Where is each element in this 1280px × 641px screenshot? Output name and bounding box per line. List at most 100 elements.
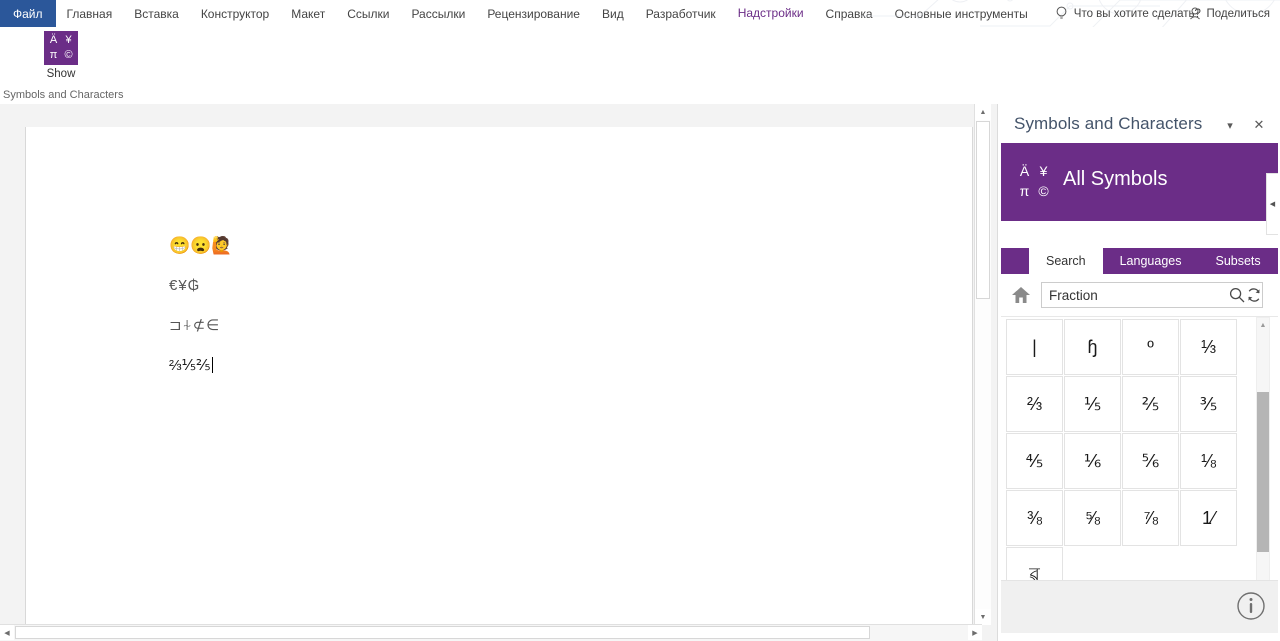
close-icon[interactable]: ✕: [1251, 117, 1267, 133]
addin-logo-glyph-copyright: ©: [1038, 183, 1049, 199]
tab-design[interactable]: Конструктор: [190, 0, 280, 27]
addin-logo-glyph-yen: ¥: [1039, 163, 1048, 179]
symbol-cell[interactable]: ⅓: [1180, 319, 1237, 375]
tab-languages[interactable]: Languages: [1103, 248, 1199, 274]
symbol-cell[interactable]: ⅖: [1122, 376, 1179, 432]
tab-insert[interactable]: Вставка: [123, 0, 190, 27]
symbol-cell[interactable]: ⅔: [1006, 376, 1063, 432]
tab-search-label: Search: [1046, 254, 1086, 268]
symbol-grid-scrollbar[interactable]: ▲ ▼: [1256, 317, 1270, 607]
tab-design-label: Конструктор: [200, 6, 270, 21]
scroll-right-arrow-icon[interactable]: ▶: [968, 625, 982, 640]
info-icon: [1237, 592, 1265, 620]
ribbon-group-symbols-and-characters: Ä ¥ π © Show Symbols and Characters: [0, 27, 123, 104]
tab-search[interactable]: Search: [1029, 248, 1103, 274]
addin-logo-glyph-pi: π: [1019, 183, 1030, 199]
show-symbols-button[interactable]: Ä ¥ π © Show: [30, 31, 92, 80]
search-row: [1001, 274, 1278, 317]
document-canvas[interactable]: 😁😦🙋 €¥₲ ⊐⍭⊄∈ ⅔⅕⅖: [0, 104, 998, 641]
symbol-cell[interactable]: ⅗: [1180, 376, 1237, 432]
vscrollbar-thumb[interactable]: [976, 121, 990, 299]
tab-subsets[interactable]: Subsets: [1198, 248, 1277, 274]
symbol-cell[interactable]: ⅘: [1006, 433, 1063, 489]
tab-layout-label: Макет: [291, 6, 326, 21]
symbol-cell[interactable]: ⅛: [1180, 433, 1237, 489]
tab-view[interactable]: Вид: [591, 0, 635, 27]
search-box[interactable]: [1041, 282, 1263, 308]
ribbon-content: Ä ¥ π © Show Symbols and Characters: [0, 27, 1280, 105]
document-line-emoji: 😁😦🙋: [169, 236, 233, 255]
symbol-cell[interactable]: ɧ: [1064, 319, 1121, 375]
tab-references-label: Ссылки: [347, 6, 390, 21]
chevron-down-icon[interactable]: ▾: [1222, 117, 1238, 133]
person-share-icon: [1190, 7, 1201, 20]
tab-help[interactable]: Справка: [815, 0, 884, 27]
tab-help-label: Справка: [825, 6, 873, 21]
tab-developer-label: Разработчик: [645, 6, 716, 21]
symbol-grid-container[interactable]: | ɧ º ⅓ ⅔ ⅕ ⅖ ⅗ ⅘ ⅙ ⅚ ⅛ ⅜ ⅝ ⅞ 1⁄ ৱ ▲: [1001, 317, 1278, 607]
home-button[interactable]: [1001, 286, 1041, 304]
ribbon-group-label: Symbols and Characters: [3, 89, 124, 101]
home-icon: [1012, 287, 1030, 303]
tab-view-label: Вид: [601, 6, 624, 21]
tab-layout[interactable]: Макет: [280, 0, 336, 27]
tell-me-search[interactable]: Что вы хотите сделать?: [1039, 0, 1211, 27]
document-line-fractions-text: ⅔⅕⅖: [169, 357, 211, 374]
share-button[interactable]: Поделиться: [1189, 0, 1270, 27]
task-pane-bottom-strip: [998, 633, 1280, 641]
tell-me-label: Что вы хотите сделать?: [1073, 7, 1201, 20]
document-line-fractions: ⅔⅕⅖: [169, 357, 213, 373]
tab-subsets-label: Subsets: [1215, 254, 1261, 268]
symbol-cell[interactable]: ⅕: [1064, 376, 1121, 432]
scroll-down-arrow-icon[interactable]: ▼: [975, 609, 991, 625]
search-button[interactable]: [1228, 287, 1245, 303]
addin-app-title: All Symbols: [1063, 168, 1168, 190]
symbol-cell[interactable]: ⅝: [1064, 490, 1121, 546]
tab-references[interactable]: Ссылки: [336, 0, 400, 27]
hscrollbar-thumb[interactable]: [15, 626, 870, 639]
symbol-cell[interactable]: |: [1006, 319, 1063, 375]
scroll-up-arrow-icon[interactable]: ▲: [975, 104, 991, 120]
show-button-label: Show: [46, 68, 76, 80]
task-pane-title: Symbols and Characters: [1014, 113, 1203, 133]
addin-footer: [1001, 580, 1278, 637]
symbol-cell[interactable]: ⅜: [1006, 490, 1063, 546]
tab-insert-label: Вставка: [134, 6, 179, 21]
icon-glyph-pi: π: [49, 49, 58, 61]
tab-review[interactable]: Рецензирование: [476, 0, 591, 27]
tab-main-tools[interactable]: Основные инструменты: [884, 0, 1039, 27]
document-page[interactable]: 😁😦🙋 €¥₲ ⊐⍭⊄∈ ⅔⅕⅖: [25, 127, 973, 634]
symbol-cell[interactable]: ⅙: [1064, 433, 1121, 489]
collapse-panel-arrow-icon[interactable]: ◀: [1266, 173, 1278, 235]
tab-addins-label: Надстройки: [737, 5, 804, 20]
tab-developer[interactable]: Разработчик: [635, 0, 727, 27]
document-vertical-scrollbar[interactable]: ▲ ▼: [974, 104, 991, 625]
task-pane-header: Symbols and Characters ▾ ✕: [998, 104, 1280, 143]
tab-addins[interactable]: Надстройки: [726, 0, 815, 27]
addin-app-header: Ä ¥ π © All Symbols ◀: [1001, 143, 1278, 235]
refresh-button[interactable]: [1245, 287, 1262, 303]
tab-languages-label: Languages: [1119, 254, 1182, 268]
document-horizontal-scrollbar[interactable]: ◀ ▶: [0, 624, 982, 641]
symbol-cell[interactable]: º: [1122, 319, 1179, 375]
symbols-app-icon: Ä ¥ π ©: [44, 31, 78, 65]
tab-file[interactable]: Файл: [0, 0, 56, 27]
grid-scroll-up-icon[interactable]: ▲: [1257, 318, 1269, 332]
tab-file-label: Файл: [13, 6, 43, 21]
search-icon: [1229, 287, 1244, 303]
lightbulb-icon: [1056, 6, 1067, 19]
tab-home[interactable]: Главная: [56, 0, 124, 27]
share-label: Поделиться: [1206, 7, 1270, 20]
grid-scrollbar-thumb[interactable]: [1257, 392, 1269, 552]
symbol-cell[interactable]: 1⁄: [1180, 490, 1237, 546]
symbol-cell[interactable]: ⅚: [1122, 433, 1179, 489]
symbol-cell[interactable]: ⅞: [1122, 490, 1179, 546]
task-pane: Symbols and Characters ▾ ✕ Ä ¥ π © All S…: [997, 104, 1280, 641]
addin-logo-glyph-a-umlaut: Ä: [1019, 163, 1030, 179]
tab-main-tools-label: Основные инструменты: [894, 6, 1028, 21]
symbol-grid: | ɧ º ⅓ ⅔ ⅕ ⅖ ⅗ ⅘ ⅙ ⅚ ⅛ ⅜ ⅝ ⅞ 1⁄ ৱ: [1006, 319, 1238, 604]
search-input[interactable]: [1042, 283, 1228, 307]
info-button[interactable]: [1236, 591, 1266, 621]
tab-mailings[interactable]: Рассылки: [400, 0, 476, 27]
scroll-left-arrow-icon[interactable]: ◀: [0, 625, 14, 640]
